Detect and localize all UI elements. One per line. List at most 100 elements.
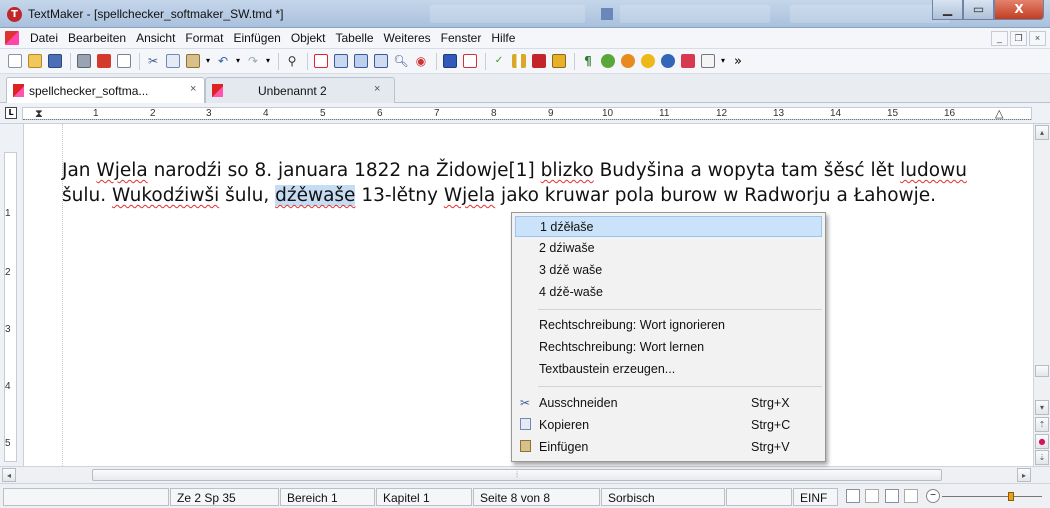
yellow-circle-icon[interactable] (639, 52, 657, 70)
show-formatting-icon[interactable]: ¶ (579, 52, 597, 70)
suggestion-item[interactable]: 4 dźě-waše (515, 282, 822, 303)
menu-fenster[interactable]: Fenster (436, 31, 487, 45)
green-circle-icon[interactable] (599, 52, 617, 70)
next-page-button[interactable]: ⇣ (1035, 450, 1049, 465)
browse-object-button[interactable]: ● (1035, 434, 1049, 449)
suggestion-item[interactable]: 1 dźěłaše (515, 216, 822, 237)
view-normal-icon[interactable] (846, 489, 860, 503)
picture-icon[interactable] (461, 52, 479, 70)
suggestion-item[interactable]: 3 dźě waše (515, 260, 822, 281)
horizontal-scrollbar[interactable]: ◂ ⦙ ▸ (0, 466, 1050, 483)
misspelled-word[interactable]: Wukodźiwši (112, 185, 219, 206)
cut-item[interactable]: ✂ Ausschneiden Strg+X (515, 393, 822, 414)
close-button[interactable]: X (994, 0, 1044, 20)
scroll-right-button[interactable]: ▸ (1017, 468, 1031, 482)
misspelled-word[interactable]: Wjela (444, 185, 495, 206)
undo-icon[interactable]: ↶ (214, 52, 232, 70)
blue-circle-icon[interactable] (659, 52, 677, 70)
suggestion-item[interactable]: 2 dźiwaše (515, 238, 822, 259)
text-frame-icon[interactable] (441, 52, 459, 70)
maximize-button[interactable]: ▭ (963, 0, 994, 20)
ignore-word-item[interactable]: Rechtschreibung: Wort ignorieren (515, 315, 822, 336)
misspelled-word[interactable]: ludowu (900, 160, 967, 181)
misspelled-word[interactable]: Wjela (96, 160, 147, 181)
menu-tabelle[interactable]: Tabelle (331, 31, 379, 45)
view-master-icon[interactable] (904, 489, 918, 503)
menu-datei[interactable]: Datei (25, 31, 63, 45)
menu-weiteres[interactable]: Weiteres (379, 31, 436, 45)
zoom-icon[interactable]: 🔍︎ (392, 52, 410, 70)
pdf-export-icon[interactable] (95, 52, 113, 70)
scroll-thumb[interactable] (1035, 365, 1049, 377)
new-document-icon[interactable] (6, 52, 24, 70)
open-folder-icon[interactable] (26, 52, 44, 70)
insert-field-icon[interactable] (312, 52, 330, 70)
document-text[interactable]: Jan Wjela narodźi so 8. januara 1822 na … (62, 158, 1002, 208)
zoom-slider-thumb[interactable] (1008, 492, 1014, 501)
cut-icon[interactable]: ✂ (144, 52, 162, 70)
scroll-down-button[interactable]: ▾ (1035, 400, 1049, 415)
menu-hilfe[interactable]: Hilfe (486, 31, 520, 45)
scroll-left-button[interactable]: ◂ (2, 468, 16, 482)
print-icon[interactable] (75, 52, 93, 70)
doc-close-button[interactable]: × (1029, 31, 1046, 46)
horizontal-scroll-thumb[interactable]: ⦙ (92, 469, 942, 481)
ruler-scale[interactable]: ⧗ 1 2 3 4 5 6 7 8 9 10 11 12 13 14 15 16… (22, 107, 1032, 120)
copy-item[interactable]: Kopieren Strg+C (515, 415, 822, 436)
create-textblock-item[interactable]: Textbaustein erzeugen... (515, 359, 822, 380)
insert-table-icon[interactable] (352, 52, 370, 70)
tab-close-icon[interactable]: × (190, 83, 196, 95)
paste-item[interactable]: Einfügen Strg+V (515, 437, 822, 458)
textmaker-app-icon[interactable]: T (7, 7, 22, 22)
paste-icon[interactable] (184, 52, 202, 70)
zoom-out-icon[interactable]: − (926, 489, 940, 503)
styles-icon[interactable] (530, 52, 548, 70)
zoom-slider-track[interactable] (942, 496, 1042, 497)
menu-format[interactable]: Format (180, 31, 228, 45)
tab-close-icon[interactable]: × (374, 83, 380, 95)
doc-restore-button[interactable]: ❐ (1010, 31, 1027, 46)
horizontal-ruler[interactable]: L ⧗ 1 2 3 4 5 6 7 8 9 10 11 12 13 14 15 … (0, 103, 1050, 124)
copy-icon[interactable] (164, 52, 182, 70)
status-page[interactable]: Seite 8 von 8 (473, 488, 600, 506)
vertical-ruler[interactable]: 1 2 3 4 5 (0, 124, 24, 466)
left-indent-marker[interactable]: ⧗ (35, 108, 43, 120)
statistics-icon[interactable] (510, 52, 528, 70)
tab-spellchecker[interactable]: spellchecker_softma... × (6, 77, 205, 103)
find-icon[interactable]: ⚲ (283, 52, 301, 70)
paste-dropdown-icon[interactable]: ▾ (204, 52, 212, 70)
learn-word-item[interactable]: Rechtschreibung: Wort lernen (515, 337, 822, 358)
orange-circle-icon[interactable] (619, 52, 637, 70)
insert-frame-icon[interactable] (332, 52, 350, 70)
view-mode-dropdown-icon[interactable]: ▾ (719, 52, 727, 70)
menu-bearbeiten[interactable]: Bearbeiten (63, 31, 131, 45)
doc-minimize-button[interactable]: _ (991, 31, 1008, 46)
tab-unbenannt-2[interactable]: Unbenannt 2 × (205, 77, 395, 103)
view-mode-icon[interactable] (699, 52, 717, 70)
scroll-up-button[interactable]: ▴ (1035, 125, 1049, 140)
title-bar[interactable]: T TextMaker - [spellchecker_softmaker_SW… (0, 0, 1050, 28)
menu-ansicht[interactable]: Ansicht (131, 31, 180, 45)
undo-dropdown-icon[interactable]: ▾ (234, 52, 242, 70)
redo-icon[interactable]: ↷ (244, 52, 262, 70)
menu-einfuegen[interactable]: Einfügen (228, 31, 285, 45)
zoom-page-icon[interactable]: ◉ (412, 52, 430, 70)
tab-type-selector[interactable]: L (5, 107, 17, 119)
toolbar-overflow-button[interactable]: » (729, 52, 747, 70)
menu-objekt[interactable]: Objekt (286, 31, 331, 45)
vertical-scrollbar[interactable]: ▴ ▾ ⇡ ● ⇣ (1033, 124, 1050, 466)
view-page-icon[interactable] (885, 489, 899, 503)
character-style-icon[interactable] (550, 52, 568, 70)
object-icon[interactable] (679, 52, 697, 70)
redo-dropdown-icon[interactable]: ▾ (264, 52, 272, 70)
insert-chart-icon[interactable] (372, 52, 390, 70)
right-indent-marker[interactable]: △ (995, 108, 1003, 120)
status-language[interactable]: Sorbisch (601, 488, 725, 506)
misspelled-word[interactable]: blizko (541, 160, 594, 181)
previous-page-button[interactable]: ⇡ (1035, 417, 1049, 432)
document-icon[interactable] (5, 31, 19, 45)
save-icon[interactable] (46, 52, 64, 70)
status-insert-mode[interactable]: EINF (793, 488, 838, 506)
view-outline-icon[interactable] (865, 489, 879, 503)
spellcheck-icon[interactable]: ✓ (490, 52, 508, 70)
